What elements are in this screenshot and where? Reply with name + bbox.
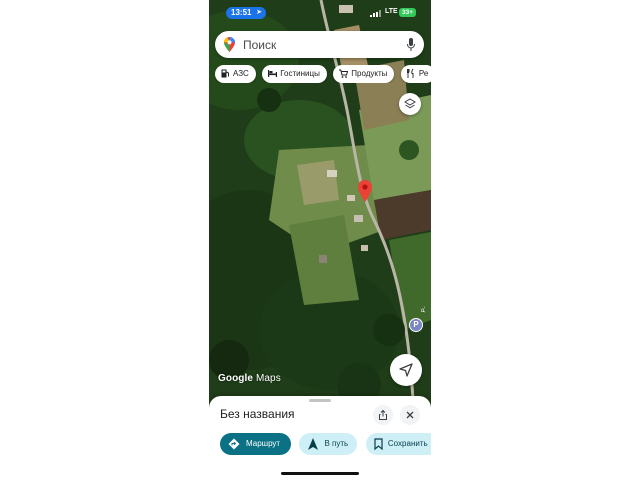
gas-station-icon bbox=[221, 69, 229, 78]
home-indicator[interactable] bbox=[281, 472, 359, 475]
signal-icon bbox=[370, 10, 382, 17]
directions-button[interactable]: Маршрут bbox=[220, 433, 291, 455]
time-pill[interactable]: 13:51 ➤ bbox=[226, 7, 266, 19]
google-maps-logo: Google Maps bbox=[218, 373, 281, 384]
drag-handle[interactable] bbox=[309, 399, 331, 402]
chip-label: Ре bbox=[418, 69, 429, 78]
action-label: Сохранить bbox=[387, 439, 428, 448]
bed-icon bbox=[268, 70, 278, 77]
my-location-button[interactable] bbox=[390, 354, 422, 386]
close-icon bbox=[406, 411, 414, 419]
battery-level: 33+ bbox=[401, 9, 414, 16]
share-button[interactable] bbox=[373, 405, 393, 425]
logo-product: Maps bbox=[255, 373, 281, 384]
layers-button[interactable] bbox=[399, 93, 421, 115]
chip-label: Гостиницы bbox=[280, 69, 320, 78]
battery-icon: 33+ bbox=[399, 8, 416, 17]
restaurant-icon bbox=[406, 69, 414, 78]
network-type: LTE bbox=[385, 8, 398, 15]
save-button[interactable]: Сохранить bbox=[365, 433, 431, 455]
place-sheet[interactable]: Без названия Маршрут В путь Сохранить bbox=[209, 396, 431, 480]
status-time: 13:51 bbox=[231, 8, 252, 17]
close-button[interactable] bbox=[400, 405, 420, 425]
action-buttons: Маршрут В путь Сохранить bbox=[220, 433, 431, 455]
search-input[interactable]: Поиск bbox=[243, 38, 276, 52]
category-chips: АЗС Гостиницы Продукты Ре bbox=[215, 65, 431, 83]
logo-brand: Google bbox=[218, 373, 254, 384]
chip-hotels[interactable]: Гостиницы bbox=[262, 65, 327, 83]
chip-groceries[interactable]: Продукты bbox=[333, 65, 395, 83]
chip-label: Продукты bbox=[351, 69, 388, 78]
road-label: Р- bbox=[421, 306, 428, 314]
parking-label: P bbox=[413, 320, 419, 329]
navigation-arrow-icon bbox=[399, 363, 413, 377]
share-icon bbox=[379, 410, 387, 420]
search-bar[interactable]: Поиск bbox=[215, 31, 424, 58]
location-arrow-icon: ➤ bbox=[256, 9, 262, 16]
start-button[interactable]: В путь bbox=[299, 433, 358, 455]
chip-label: АЗС bbox=[233, 69, 249, 78]
chip-restaurants[interactable]: Ре bbox=[400, 65, 431, 83]
action-label: Маршрут bbox=[246, 439, 281, 448]
mic-icon[interactable] bbox=[407, 38, 415, 51]
location-marker-icon[interactable] bbox=[358, 180, 372, 202]
parking-icon[interactable]: P bbox=[409, 318, 423, 332]
maps-pin-icon bbox=[224, 37, 235, 52]
chip-gas[interactable]: АЗС bbox=[215, 65, 256, 83]
layers-icon bbox=[404, 98, 416, 109]
place-title: Без названия bbox=[220, 407, 295, 421]
phone-screen: 13:51 ➤ LTE 33+ Поиск АЗС Гостиницы Прод… bbox=[209, 0, 431, 480]
bookmark-icon bbox=[374, 438, 383, 450]
cart-icon bbox=[339, 69, 349, 78]
directions-icon bbox=[228, 438, 240, 450]
navigation-arrow-icon bbox=[308, 438, 319, 450]
status-bar: 13:51 ➤ LTE 33+ bbox=[209, 0, 431, 28]
action-label: В путь bbox=[324, 439, 349, 448]
